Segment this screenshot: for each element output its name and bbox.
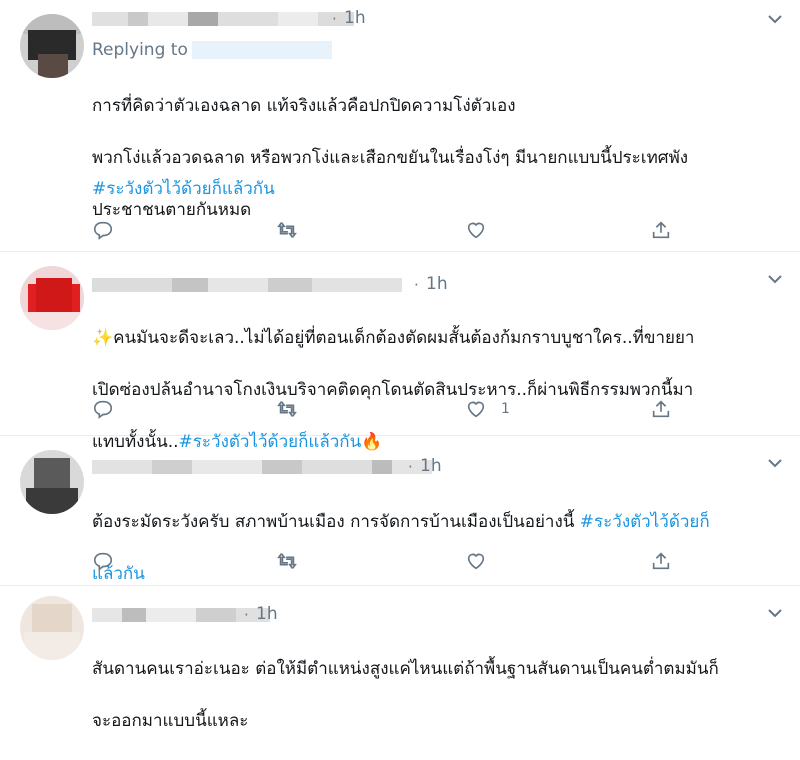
- retweet-icon: [277, 222, 297, 238]
- avatar[interactable]: [20, 266, 84, 330]
- share-icon: [652, 552, 670, 570]
- tweet-actions: 1: [92, 396, 692, 422]
- author-name-redacted[interactable]: [92, 10, 354, 28]
- retweet-icon: [277, 401, 297, 417]
- tweet-actions: [92, 217, 692, 243]
- reply-icon: [93, 552, 113, 571]
- share-button[interactable]: [650, 217, 672, 243]
- chevron-down-icon[interactable]: [768, 608, 782, 618]
- like-icon: [467, 553, 485, 570]
- tweet-text-line: การที่คิดว่าตัวเองฉลาด แท้จริงแล้วคือปกป…: [92, 96, 516, 116]
- like-icon: [467, 401, 485, 418]
- like-button[interactable]: [465, 217, 487, 243]
- replying-to-label: Replying to: [92, 40, 188, 60]
- retweet-button[interactable]: [276, 396, 298, 422]
- share-button[interactable]: [650, 396, 672, 422]
- chevron-down-icon[interactable]: [768, 458, 782, 468]
- like-count: 1: [501, 401, 510, 417]
- reply-icon: [93, 221, 113, 240]
- share-icon: [652, 400, 670, 418]
- author-name-redacted[interactable]: [92, 458, 432, 476]
- reply-button[interactable]: [92, 217, 114, 243]
- tweet-text-line: สันดานคนเราอ่ะเนอะ ต่อให้มีตำแหน่งสูงแค่…: [92, 659, 719, 679]
- timestamp[interactable]: 1h: [344, 8, 366, 28]
- tweet-4[interactable]: · 1h สันดานคนเราอ่ะเนอะ ต่อให้มีตำแหน่งส…: [0, 586, 800, 731]
- reply-button[interactable]: [92, 548, 114, 574]
- tweet-text-line: จะออกมาแบบนี้แหละ: [92, 711, 249, 731]
- retweet-button[interactable]: [276, 548, 298, 574]
- share-button[interactable]: [650, 548, 672, 574]
- retweet-icon: [277, 553, 297, 569]
- author-name-redacted[interactable]: [92, 276, 402, 294]
- timestamp[interactable]: 1h: [420, 456, 442, 476]
- separator-dot: ·: [414, 276, 419, 294]
- replying-to: Replying to: [92, 40, 332, 60]
- sparkles-emoji: ✨: [92, 328, 114, 348]
- separator-dot: ·: [332, 10, 337, 28]
- like-button[interactable]: 1: [465, 396, 510, 422]
- replying-to-handle-redacted[interactable]: [191, 41, 332, 59]
- tweet-3[interactable]: · 1h ต้องระมัดระวังครับ สภาพบ้านเมือง กา…: [0, 436, 800, 586]
- chevron-down-icon[interactable]: [768, 14, 782, 24]
- reply-button[interactable]: [92, 396, 114, 422]
- avatar[interactable]: [20, 14, 84, 78]
- tweet-text-line: ✨คนมันจะดีจะเลว..ไม่ได้อยู่ที่ตอนเด็กต้อ…: [92, 328, 695, 348]
- avatar[interactable]: [20, 450, 84, 514]
- tweet-actions: [92, 548, 692, 574]
- timestamp[interactable]: 1h: [256, 604, 278, 624]
- share-icon: [652, 221, 670, 239]
- tweet-text-line: ต้องระมัดระวังครับ สภาพบ้านเมือง การจัดก…: [92, 512, 710, 532]
- avatar[interactable]: [20, 596, 84, 660]
- tweet-text-line: พวกโง่แล้วอวดฉลาด หรือพวกโง่และเสือกขยัน…: [92, 148, 689, 168]
- separator-dot: ·: [408, 458, 413, 476]
- hashtag-link[interactable]: #ระวังตัวไว้ด้วยก็: [580, 512, 710, 532]
- chevron-down-icon[interactable]: [768, 274, 782, 284]
- like-icon: [467, 222, 485, 239]
- reply-feed: · 1h Replying to การที่คิดว่าตัวเองฉลาด …: [0, 0, 800, 731]
- reply-icon: [93, 400, 113, 419]
- tweet-1[interactable]: · 1h Replying to การที่คิดว่าตัวเองฉลาด …: [0, 0, 800, 252]
- timestamp[interactable]: 1h: [426, 274, 448, 294]
- separator-dot: ·: [244, 606, 249, 624]
- tweet-2[interactable]: · 1h ✨คนมันจะดีจะเลว..ไม่ได้อยู่ที่ตอนเด…: [0, 252, 800, 452]
- like-button[interactable]: [465, 548, 487, 574]
- tweet-text: สันดานคนเราอ่ะเนอะ ต่อให้มีตำแหน่งสูงแค่…: [92, 630, 760, 760]
- retweet-button[interactable]: [276, 217, 298, 243]
- hashtag-link[interactable]: #ระวังตัวไว้ด้วยก็แล้วกัน: [92, 176, 760, 202]
